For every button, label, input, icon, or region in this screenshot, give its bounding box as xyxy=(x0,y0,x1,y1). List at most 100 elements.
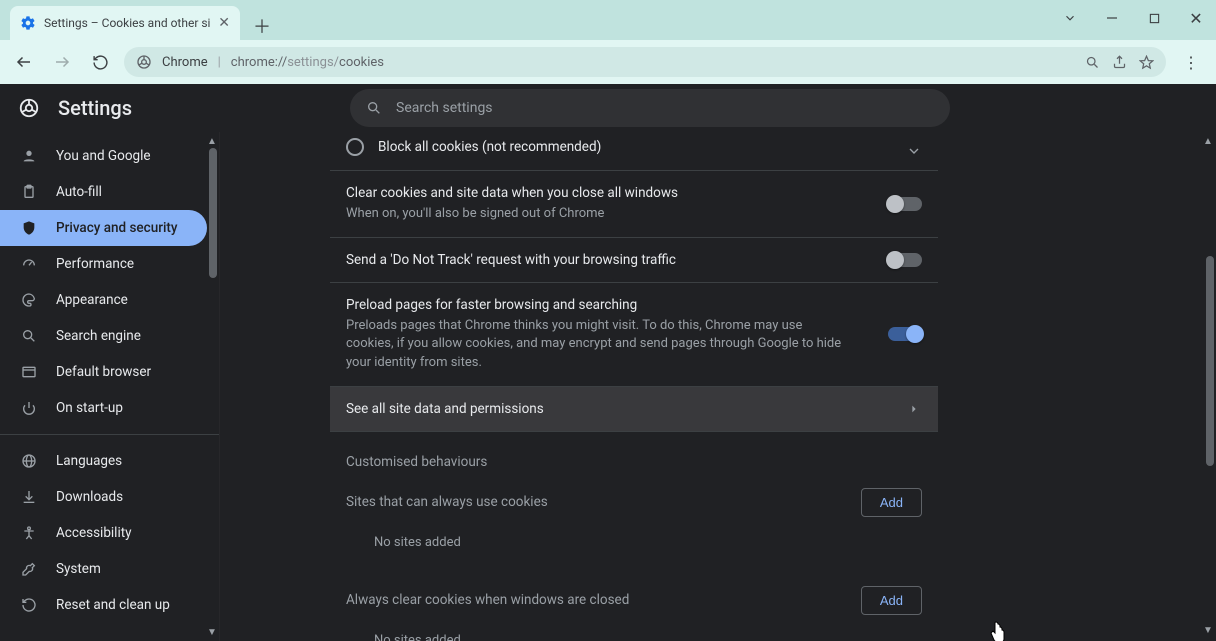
close-icon[interactable]: ✕ xyxy=(218,15,230,31)
settings-sidebar: You and Google Auto-fill Privacy and sec… xyxy=(0,132,220,641)
address-bar[interactable]: Chrome | chrome://settings/cookies xyxy=(124,47,1166,77)
sidebar-item-accessibility[interactable]: Accessibility xyxy=(0,515,207,551)
secure-chrome-icon xyxy=(136,54,152,70)
browser-toolbar: Chrome | chrome://settings/cookies ⋮ xyxy=(0,40,1216,84)
power-icon xyxy=(20,399,38,417)
back-button[interactable] xyxy=(10,48,38,76)
option-label: Block all cookies (not recommended) xyxy=(378,139,601,155)
settings-app: Settings Search settings You and Google xyxy=(0,84,1216,641)
sidebar-item-search-engine[interactable]: Search engine xyxy=(0,318,207,354)
option-title: Send a 'Do Not Track' request with your … xyxy=(346,252,922,268)
person-icon xyxy=(20,147,38,165)
sidebar-item-system[interactable]: System xyxy=(0,551,207,587)
sidebar-item-label: Auto-fill xyxy=(56,184,102,200)
toggle-preload[interactable] xyxy=(888,327,922,341)
scroll-up-icon[interactable]: ▲ xyxy=(1202,136,1214,148)
sidebar-item-label: On start-up xyxy=(56,400,123,416)
new-tab-button[interactable]: ＋ xyxy=(248,12,276,40)
page-title: Settings xyxy=(58,96,132,120)
sidebar-item-auto-fill[interactable]: Auto-fill xyxy=(0,174,207,210)
sidebar-item-label: Appearance xyxy=(56,292,128,308)
maximize-button[interactable] xyxy=(1140,6,1168,30)
url-path: chrome://settings/cookies xyxy=(231,55,1075,70)
cursor-pointer-icon xyxy=(988,621,1008,641)
sidebar-item-languages[interactable]: Languages xyxy=(0,443,207,479)
download-icon xyxy=(20,488,38,506)
option-clear-on-close: Clear cookies and site data when you clo… xyxy=(330,170,938,237)
chrome-logo-icon xyxy=(18,97,40,119)
app-header: Settings Search settings xyxy=(0,84,1216,132)
toggle-do-not-track[interactable] xyxy=(888,253,922,267)
chevron-down-icon[interactable] xyxy=(896,133,932,169)
sidebar-item-label: Privacy and security xyxy=(56,220,178,236)
empty-state-text: No sites added xyxy=(330,625,938,641)
sidebar-item-label: Performance xyxy=(56,256,134,272)
option-block-all-cookies[interactable]: Block all cookies (not recommended) xyxy=(330,132,938,170)
scroll-down-icon[interactable]: ▼ xyxy=(1202,625,1214,637)
chevron-down-icon[interactable] xyxy=(1056,6,1084,30)
globe-icon xyxy=(20,452,38,470)
radio-unchecked-icon[interactable] xyxy=(346,138,364,156)
behaviour-title: Always clear cookies when windows are cl… xyxy=(346,592,629,608)
sidebar-item-label: Languages xyxy=(56,453,122,469)
scroll-up-icon[interactable]: ▲ xyxy=(207,136,217,146)
window-close-button[interactable]: ✕ xyxy=(1182,6,1210,30)
forward-button[interactable] xyxy=(48,48,76,76)
sidebar-item-performance[interactable]: Performance xyxy=(0,246,207,282)
sidebar-item-appearance[interactable]: Appearance xyxy=(0,282,207,318)
settings-gear-icon xyxy=(20,15,36,31)
add-button[interactable]: Add xyxy=(861,488,922,517)
option-preload-pages: Preload pages for faster browsing and se… xyxy=(330,282,938,386)
scrollbar-thumb[interactable] xyxy=(1206,256,1214,466)
bookmark-icon[interactable] xyxy=(1139,55,1154,70)
browser-tab[interactable]: Settings – Cookies and other site ✕ xyxy=(10,6,240,40)
sidebar-item-label: Downloads xyxy=(56,489,123,505)
option-title: Preload pages for faster browsing and se… xyxy=(346,297,922,313)
sidebar-item-label: Search engine xyxy=(56,328,141,344)
nav-label: See all site data and permissions xyxy=(346,401,544,417)
content-scrollbar[interactable]: ▲ ▼ xyxy=(1202,136,1214,637)
nav-see-all-site-data[interactable]: See all site data and permissions xyxy=(330,386,938,432)
search-placeholder: Search settings xyxy=(396,100,493,116)
sidebar-scrollbar[interactable]: ▲ ▼ xyxy=(207,136,217,637)
palette-icon xyxy=(20,291,38,309)
sidebar-item-privacy-and-security[interactable]: Privacy and security xyxy=(0,210,207,246)
row-always-clear: Always clear cookies when windows are cl… xyxy=(330,576,938,625)
accessibility-icon xyxy=(20,524,38,542)
omnibox-actions xyxy=(1085,55,1154,70)
url-origin: Chrome xyxy=(162,55,208,70)
settings-content: Block all cookies (not recommended) Clea… xyxy=(220,132,1216,641)
scrollbar-thumb[interactable] xyxy=(209,148,217,278)
url-separator: | xyxy=(218,55,221,70)
minimize-button[interactable] xyxy=(1098,6,1126,30)
share-icon[interactable] xyxy=(1112,55,1127,70)
scroll-down-icon[interactable]: ▼ xyxy=(207,627,217,637)
sidebar-item-you-and-google[interactable]: You and Google xyxy=(0,138,207,174)
sidebar-item-label: You and Google xyxy=(56,148,151,164)
tab-title: Settings – Cookies and other site xyxy=(44,16,210,30)
sidebar-item-label: Default browser xyxy=(56,364,151,380)
sidebar-item-downloads[interactable]: Downloads xyxy=(0,479,207,515)
sidebar-item-on-start-up[interactable]: On start-up xyxy=(0,390,207,426)
sidebar-item-label: Accessibility xyxy=(56,525,132,541)
search-settings-input[interactable]: Search settings xyxy=(350,89,950,127)
sidebar-divider xyxy=(0,434,219,435)
browser-window-icon xyxy=(20,363,38,381)
sidebar-item-default-browser[interactable]: Default browser xyxy=(0,354,207,390)
empty-state-text: No sites added xyxy=(330,527,938,566)
search-icon xyxy=(366,100,382,116)
kebab-menu-icon[interactable]: ⋮ xyxy=(1176,53,1206,72)
chevron-right-icon xyxy=(896,391,932,427)
tab-strip: Settings – Cookies and other site ✕ ＋ ✕ xyxy=(0,0,1216,40)
option-title: Clear cookies and site data when you clo… xyxy=(346,185,922,201)
toggle-clear-on-close[interactable] xyxy=(888,197,922,211)
reload-button[interactable] xyxy=(86,48,114,76)
add-button[interactable]: Add xyxy=(861,586,922,615)
section-header-customised: Customised behaviours xyxy=(330,432,938,478)
speedometer-icon xyxy=(20,255,38,273)
shield-icon xyxy=(20,219,38,237)
option-subtitle: When on, you'll also be signed out of Ch… xyxy=(346,205,846,223)
zoom-icon[interactable] xyxy=(1085,55,1100,70)
sidebar-item-reset-and-clean-up[interactable]: Reset and clean up xyxy=(0,587,207,623)
clipboard-icon xyxy=(20,183,38,201)
